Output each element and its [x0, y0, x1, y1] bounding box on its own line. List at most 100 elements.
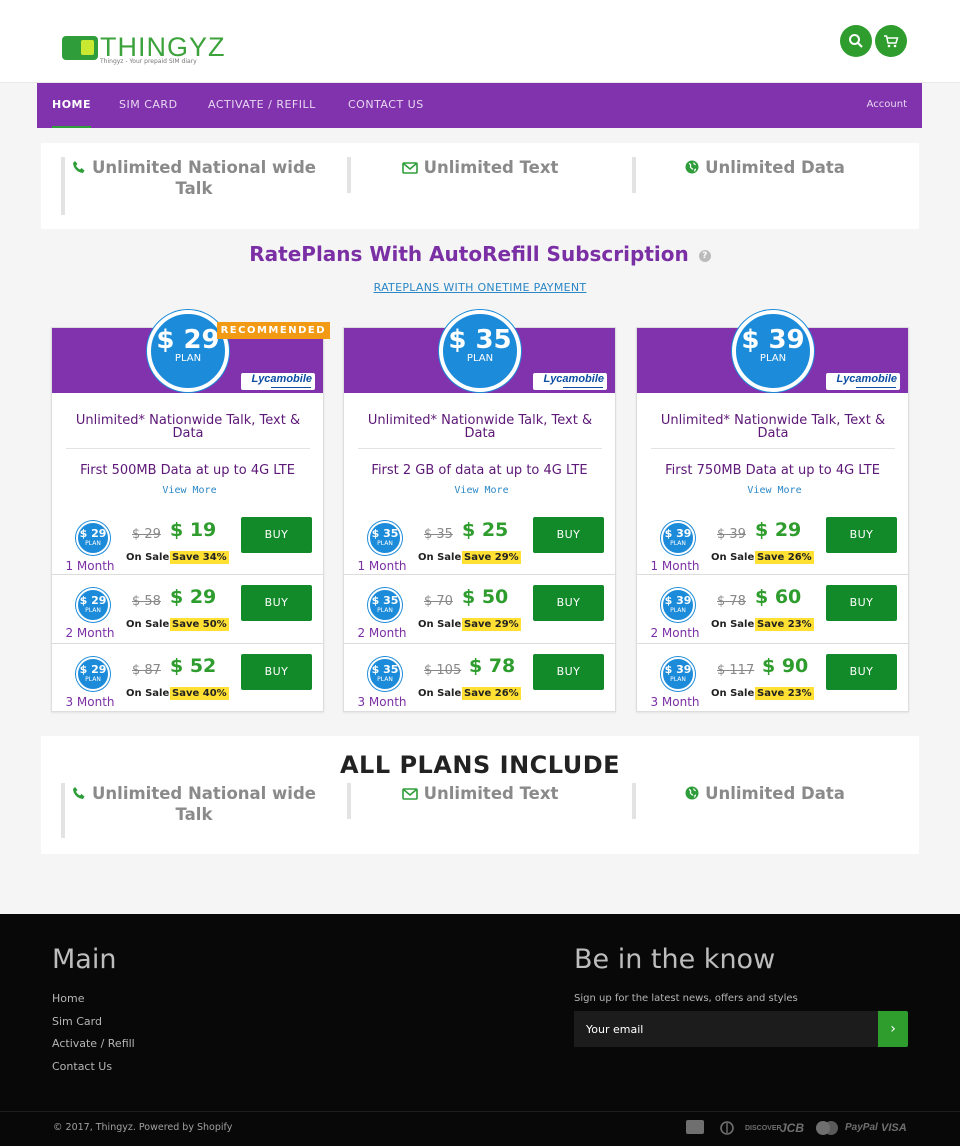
plan-option-row: $ 35 PLAN 2 Month $ 70 $ 50 On Sale Save … [344, 574, 615, 643]
phone-icon [73, 161, 85, 173]
newsletter-submit-button[interactable]: › [878, 1011, 908, 1047]
site-logo[interactable]: THINGYZ Thingyz - Your prepaid SIM diary [62, 32, 225, 70]
view-more-link[interactable]: View More [52, 485, 327, 496]
sale-price: $ 25 [462, 519, 509, 541]
search-button[interactable] [840, 25, 872, 57]
search-icon [849, 34, 863, 48]
duration: 1 Month [650, 559, 700, 573]
site-footer: Main Home Sim Card Activate / Refill Con… [0, 914, 960, 1146]
sale-price: $ 29 [755, 519, 802, 541]
lycamobile-logo: Lycamobile [826, 373, 900, 390]
help-icon[interactable]: ? [698, 250, 711, 262]
all-plans-title: ALL PLANS INCLUDE [339, 751, 621, 779]
plan-data: First 750MB Data at up to 4G LTE [665, 463, 880, 478]
save-badge: Save 29% [462, 551, 521, 564]
divider [66, 448, 310, 449]
copyright: © 2017, Thingyz. Powered by Shopify [53, 1122, 233, 1133]
all-plans-include: ALL PLANS INCLUDE Unlimited National wid… [41, 736, 919, 854]
plan-price-badge: $ 39 PLAN [732, 310, 814, 392]
original-price: $ 117 [717, 663, 755, 678]
nav-home[interactable]: HOME [52, 83, 92, 128]
feature-text: Unlimited Text [347, 783, 609, 819]
feature-text: Unlimited Text [347, 157, 609, 193]
site-header: THINGYZ Thingyz - Your prepaid SIM diary [0, 0, 960, 83]
save-badge: Save 23% [755, 687, 814, 700]
lycamobile-logo: Lycamobile [241, 373, 315, 390]
on-sale-label: On Sale [711, 619, 755, 630]
original-price: $ 105 [424, 663, 462, 678]
envelope-icon [401, 788, 418, 800]
cart-button[interactable] [875, 25, 907, 57]
view-more-link[interactable]: View More [344, 485, 619, 496]
nav-sim-card[interactable]: SIM CARD [119, 83, 178, 128]
mini-price-badge: $ 35 PLAN [368, 521, 402, 555]
original-price: $ 35 [424, 527, 453, 542]
original-price: $ 29 [132, 527, 161, 542]
save-badge: Save 29% [462, 618, 521, 631]
buy-button[interactable]: BUY [826, 517, 897, 553]
original-price: $ 39 [717, 527, 746, 542]
save-badge: Save 50% [170, 618, 229, 631]
on-sale-label: On Sale [126, 688, 170, 699]
footer-link-contact-us[interactable]: Contact Us [52, 1060, 112, 1073]
nav-activate-refill[interactable]: ACTIVATE / REFILL [208, 83, 316, 128]
original-price: $ 87 [132, 663, 161, 678]
footer-link-activate-refill[interactable]: Activate / Refill [52, 1037, 135, 1050]
view-more-link[interactable]: View More [637, 485, 912, 496]
account-link[interactable]: Account [867, 83, 907, 127]
plan-description: Unlimited* Nationwide Talk, Text & Data [660, 413, 886, 441]
footer-main-title: Main [52, 944, 117, 975]
logo-tagline: Thingyz - Your prepaid SIM diary [100, 58, 197, 65]
buy-button[interactable]: BUY [241, 654, 312, 690]
chevron-right-icon: › [890, 1021, 896, 1037]
buy-button[interactable]: BUY [241, 585, 312, 621]
buy-button[interactable]: BUY [533, 654, 604, 690]
duration: 1 Month [357, 559, 407, 573]
sale-price: $ 50 [462, 586, 509, 608]
duration: 1 Month [65, 559, 115, 573]
save-badge: Save 23% [755, 618, 814, 631]
footer-link-home[interactable]: Home [52, 992, 84, 1005]
newsletter-title: Be in the know [574, 944, 776, 975]
discover-icon: DISCOVER [745, 1125, 782, 1132]
sale-price: $ 60 [755, 586, 802, 608]
duration: 3 Month [650, 695, 700, 709]
jcb-icon: JCB [780, 1121, 805, 1135]
sale-price: $ 78 [469, 655, 516, 677]
onetime-payment-link[interactable]: RATEPLANS WITH ONETIME PAYMENT [0, 281, 960, 294]
sale-price: $ 52 [170, 655, 217, 677]
save-badge: Save 26% [755, 551, 814, 564]
plan-header: $ 35 PLAN Lycamobile [344, 310, 615, 393]
plan-card-39: $ 39 PLAN Lycamobile Unlimited* Nationwi… [636, 310, 912, 712]
mini-price-badge: $ 39 PLAN [661, 588, 695, 622]
plan-data: First 2 GB of data at up to 4G LTE [371, 463, 588, 478]
mastercard-icon [816, 1121, 838, 1135]
on-sale-label: On Sale [711, 688, 755, 699]
mini-price-badge: $ 29 PLAN [76, 521, 110, 555]
on-sale-label: On Sale [418, 619, 462, 630]
nav-contact-us[interactable]: CONTACT US [348, 83, 424, 128]
main-nav: HOME SIM CARD ACTIVATE / REFILL CONTACT … [37, 83, 922, 128]
buy-button[interactable]: BUY [826, 654, 897, 690]
sale-price: $ 19 [170, 519, 217, 541]
duration: 3 Month [357, 695, 407, 709]
feature-talk: Unlimited National wide Talk [61, 783, 323, 838]
on-sale-label: On Sale [126, 552, 170, 563]
plan-card-29: $ 29 PLAN RECOMMENDED Lycamobile Unlimit… [51, 310, 330, 712]
feature-data: Unlimited Data [632, 783, 894, 819]
feature-strip: Unlimited National wide Talk Unlimited T… [41, 143, 919, 229]
envelope-icon [401, 162, 418, 174]
buy-button[interactable]: BUY [241, 517, 312, 553]
american-express-icon [686, 1120, 704, 1134]
original-price: $ 70 [424, 594, 453, 609]
plan-option-row: $ 29 PLAN 3 Month $ 87 $ 52 On Sale Save … [52, 643, 323, 712]
footer-link-sim-card[interactable]: Sim Card [52, 1015, 102, 1028]
newsletter-email-input[interactable] [574, 1011, 878, 1047]
plan-card-35: $ 35 PLAN Lycamobile Unlimited* Nationwi… [343, 310, 619, 712]
buy-button[interactable]: BUY [826, 585, 897, 621]
globe-icon [685, 786, 699, 800]
on-sale-label: On Sale [126, 619, 170, 630]
diners-club-icon [720, 1121, 734, 1135]
buy-button[interactable]: BUY [533, 585, 604, 621]
buy-button[interactable]: BUY [533, 517, 604, 553]
